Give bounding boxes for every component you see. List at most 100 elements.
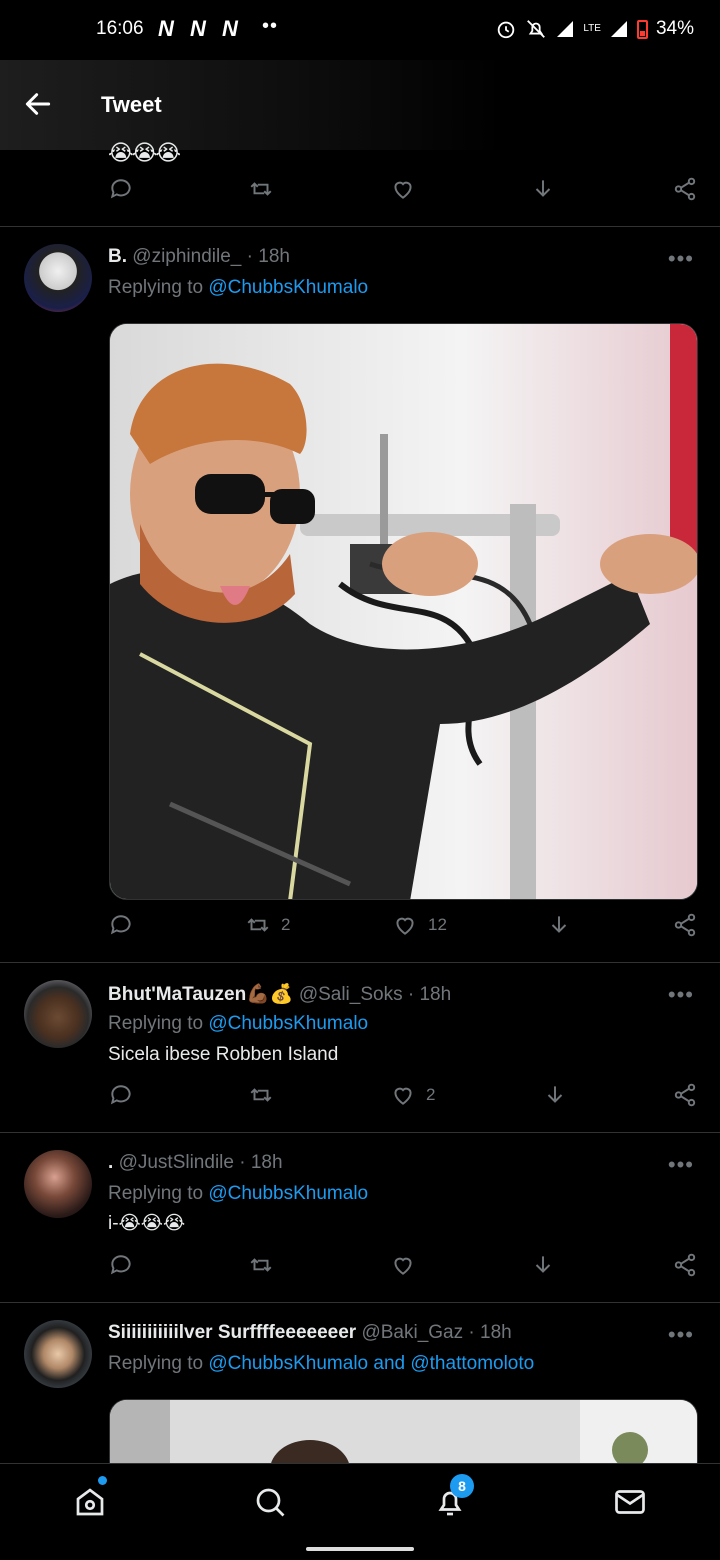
battery-percent: 34% xyxy=(655,18,694,39)
timestamp: · 18h xyxy=(468,1322,512,1343)
reply-icon xyxy=(110,1255,131,1275)
like-button[interactable]: 12 xyxy=(392,912,447,938)
retweet-icon xyxy=(247,918,269,932)
notification-n-icon: N xyxy=(222,16,238,41)
tweet-header: . @JustSlindile · 18h xyxy=(108,1152,283,1174)
retweet-button[interactable] xyxy=(248,1082,274,1108)
action-bar xyxy=(0,176,720,216)
status-time: 16:06 xyxy=(96,18,144,39)
more-options-icon[interactable]: ••• xyxy=(668,982,694,1008)
like-button[interactable] xyxy=(390,176,416,202)
username[interactable]: @Baki_Gaz xyxy=(361,1322,463,1343)
retweet-button[interactable] xyxy=(248,176,274,202)
username[interactable]: @JustSlindile xyxy=(119,1152,234,1173)
reply-button[interactable] xyxy=(108,1082,134,1108)
download-button[interactable] xyxy=(530,176,556,202)
like-button[interactable]: 2 xyxy=(390,1082,435,1108)
tweet-text: i-😭😭😭 xyxy=(108,1213,186,1234)
retweet-button[interactable] xyxy=(248,1252,274,1278)
like-button[interactable] xyxy=(390,1252,416,1278)
tweet-text: Sicela ibese Robben Island xyxy=(108,1044,339,1065)
notification-n-icon: N xyxy=(158,16,174,41)
username[interactable]: @Sali_Soks xyxy=(299,984,403,1005)
share-button[interactable] xyxy=(672,912,698,938)
heart-icon xyxy=(394,1257,412,1275)
share-icon xyxy=(674,913,696,937)
download-button[interactable] xyxy=(542,1082,568,1108)
more-options-icon[interactable]: ••• xyxy=(668,246,694,272)
avatar[interactable] xyxy=(24,1320,92,1388)
retweet-icon xyxy=(250,1088,272,1102)
divider xyxy=(0,1302,720,1303)
download-button[interactable] xyxy=(546,912,572,938)
share-icon xyxy=(674,177,696,201)
page-title: Tweet xyxy=(101,92,162,117)
search-icon xyxy=(256,1488,285,1517)
replying-to: Replying to @ChubbsKhumalo xyxy=(108,1013,368,1035)
more-options-icon[interactable]: ••• xyxy=(668,1152,694,1178)
divider xyxy=(0,1132,720,1133)
reply-button[interactable] xyxy=(108,1252,134,1278)
timestamp: · 18h xyxy=(239,1152,283,1173)
share-icon xyxy=(674,1083,696,1107)
tweet-image[interactable] xyxy=(109,323,698,900)
share-button[interactable] xyxy=(672,1252,698,1278)
download-icon xyxy=(551,916,567,933)
tweet-header: B. @ziphindile_ · 18h xyxy=(108,246,290,268)
display-name[interactable]: Siiiiiiiiiiilver Surffffeeeeeeer xyxy=(108,1322,356,1343)
action-bar: 2 xyxy=(0,1082,720,1122)
download-icon xyxy=(547,1086,563,1103)
like-count: 2 xyxy=(426,1085,436,1104)
share-button[interactable] xyxy=(672,176,698,202)
retweet-count: 2 xyxy=(281,915,291,934)
signal-icon xyxy=(557,21,574,37)
photo-man-sunglasses xyxy=(110,324,697,899)
reply-icon xyxy=(110,1085,131,1105)
replying-to: Replying to @ChubbsKhumalo and @thattomo… xyxy=(108,1353,534,1375)
download-icon xyxy=(535,1256,551,1273)
heart-icon xyxy=(394,181,412,199)
notification-n-icon: N xyxy=(190,16,206,41)
bottom-navigation: 8 xyxy=(0,1463,720,1560)
heart-icon xyxy=(394,1087,412,1105)
reply-button[interactable] xyxy=(108,176,134,202)
display-name[interactable]: B. xyxy=(108,246,127,267)
status-bar: 16:06 N N N •• LTE 34% xyxy=(0,0,720,60)
retweet-button[interactable]: 2 xyxy=(245,912,290,938)
avatar[interactable] xyxy=(24,244,92,312)
download-button[interactable] xyxy=(530,1252,556,1278)
action-bar: 2 12 xyxy=(0,912,720,952)
replying-to-label: Replying to xyxy=(108,1013,204,1034)
mention-link[interactable]: @ChubbsKhumalo xyxy=(208,1183,368,1204)
display-name[interactable]: . xyxy=(108,1152,113,1173)
mention-link[interactable]: @ChubbsKhumalo and @thattomoloto xyxy=(208,1353,534,1374)
lte-label: LTE xyxy=(583,23,601,34)
reply-icon xyxy=(110,179,131,199)
back-arrow-icon[interactable] xyxy=(22,88,54,120)
display-name[interactable]: Bhut'MaTauzen💪🏾💰 xyxy=(108,984,294,1005)
mention-link[interactable]: @ChubbsKhumalo xyxy=(208,277,368,298)
mute-icon xyxy=(527,20,546,38)
tweet-header: Bhut'MaTauzen💪🏾💰 @Sali_Soks · 18h xyxy=(108,982,451,1006)
previous-tweet-text: 😭😭😭 xyxy=(108,140,181,165)
replying-to: Replying to @ChubbsKhumalo xyxy=(108,277,368,299)
nav-messages[interactable] xyxy=(612,1484,652,1524)
timestamp: · 18h xyxy=(246,246,290,267)
download-icon xyxy=(535,180,551,197)
share-button[interactable] xyxy=(672,1082,698,1108)
avatar[interactable] xyxy=(24,1150,92,1218)
tweet-header: Siiiiiiiiiiilver Surffffeeeeeeer @Baki_G… xyxy=(108,1322,512,1344)
gesture-bar[interactable] xyxy=(306,1547,414,1551)
avatar[interactable] xyxy=(24,980,92,1048)
replying-to-label: Replying to xyxy=(108,1183,204,1204)
more-options-icon[interactable]: ••• xyxy=(668,1322,694,1348)
retweet-icon xyxy=(250,1258,272,1272)
divider xyxy=(0,962,720,963)
reply-button[interactable] xyxy=(108,912,134,938)
heart-icon xyxy=(396,917,414,935)
username[interactable]: @ziphindile_ xyxy=(132,246,241,267)
nav-home[interactable] xyxy=(72,1484,112,1524)
alarm-icon xyxy=(498,21,515,39)
nav-search[interactable] xyxy=(252,1484,292,1524)
mention-link[interactable]: @ChubbsKhumalo xyxy=(208,1013,368,1034)
